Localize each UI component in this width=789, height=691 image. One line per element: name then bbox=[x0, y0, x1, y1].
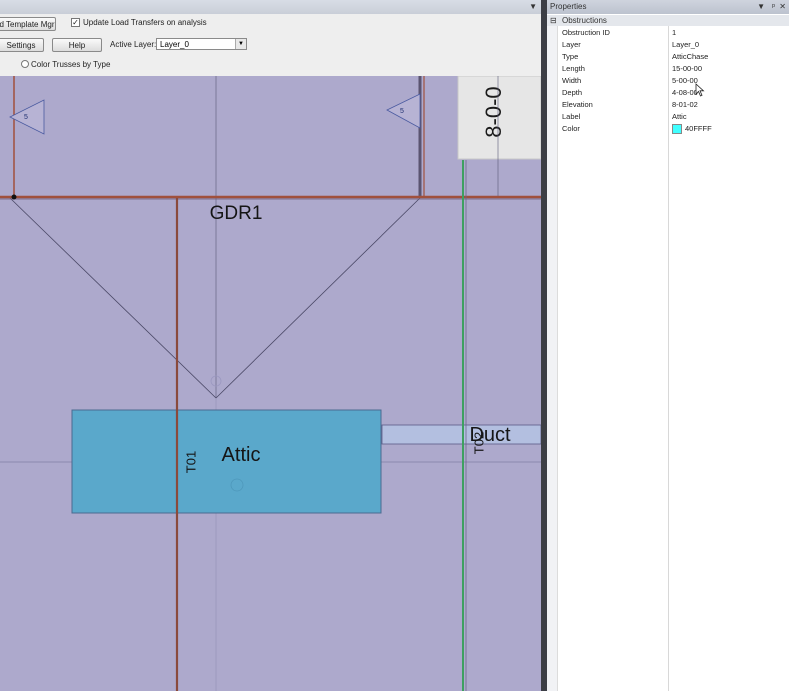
update-load-transfers-label: Update Load Transfers on analysis bbox=[83, 18, 207, 27]
property-value[interactable]: AtticChase bbox=[672, 51, 708, 63]
dropdown-arrow-icon[interactable]: ▼ bbox=[757, 0, 765, 14]
property-row[interactable]: Length 15-00-00 bbox=[547, 63, 789, 75]
property-key: Layer bbox=[562, 40, 581, 49]
property-value[interactable]: 15-00-00 bbox=[672, 63, 702, 75]
property-row[interactable]: Width 5-00-00 bbox=[547, 75, 789, 87]
bearing-tag-right-label: 5 bbox=[400, 108, 404, 115]
property-value[interactable]: 4-08-00 bbox=[672, 87, 698, 99]
diagonal-line bbox=[215, 197, 421, 399]
ribbon-toolbar: d Template Mgr ✓ Update Load Transfers o… bbox=[0, 14, 541, 76]
category-obstructions[interactable]: ⊟ Obstructions bbox=[547, 15, 789, 26]
update-load-transfers-checkbox[interactable]: ✓ bbox=[71, 18, 80, 27]
active-layer-value: Layer_0 bbox=[160, 40, 189, 49]
active-layer-select[interactable]: Layer_0 ▼ bbox=[156, 38, 247, 50]
property-key: Label bbox=[562, 112, 581, 121]
property-row[interactable]: Layer Layer_0 bbox=[547, 39, 789, 51]
color-trusses-toggle[interactable] bbox=[21, 60, 29, 68]
property-key: Length bbox=[562, 64, 585, 73]
property-row[interactable]: Elevation 8-01-02 bbox=[547, 99, 789, 111]
property-value[interactable]: 40FFFF bbox=[685, 123, 712, 135]
properties-title-bar: Properties ▼ ᵖ ✕ bbox=[547, 0, 789, 14]
floor-plan-drawing[interactable]: 8-0-0 5 5 GDR1 Attic Duct T01 T02 bbox=[0, 76, 541, 691]
color-swatch[interactable] bbox=[672, 124, 682, 134]
close-icon[interactable]: ✕ bbox=[779, 0, 786, 14]
drawing-canvas[interactable]: 8-0-0 5 5 GDR1 Attic Duct T01 T02 bbox=[0, 76, 541, 691]
active-layer-label: Active Layer: bbox=[110, 40, 157, 49]
property-value[interactable]: 1 bbox=[672, 27, 676, 39]
property-key: Elevation bbox=[562, 100, 593, 109]
document-tab-strip: ▼ bbox=[0, 0, 541, 15]
dropdown-arrow-icon[interactable]: ▼ bbox=[529, 2, 537, 11]
diagonal-line bbox=[9, 197, 217, 399]
pin-icon[interactable]: ᵖ bbox=[772, 0, 775, 14]
chevron-down-icon[interactable]: ▼ bbox=[235, 39, 246, 49]
attic-label: Attic bbox=[222, 444, 261, 466]
property-key: Type bbox=[562, 52, 579, 61]
property-value[interactable]: Layer_0 bbox=[672, 39, 699, 51]
color-trusses-label: Color Trusses by Type bbox=[31, 60, 111, 69]
property-key: Width bbox=[562, 76, 582, 85]
properties-title: Properties bbox=[550, 2, 587, 11]
property-key: Depth bbox=[562, 88, 583, 97]
mouse-cursor-icon bbox=[695, 83, 705, 97]
duct-obstruction[interactable] bbox=[381, 424, 541, 445]
help-button[interactable]: Help bbox=[52, 38, 102, 52]
collapse-icon[interactable]: ⊟ bbox=[550, 15, 557, 26]
property-key: Color bbox=[562, 124, 580, 133]
dimension-label: 8-0-0 bbox=[481, 86, 506, 137]
property-row[interactable]: Label Attic bbox=[547, 111, 789, 123]
settings-button[interactable]: Settings bbox=[0, 38, 44, 52]
load-template-manager-button[interactable]: d Template Mgr bbox=[0, 17, 56, 31]
bearing-tag-left-label: 5 bbox=[24, 114, 28, 121]
properties-panel: Properties ▼ ᵖ ✕ ⊟ Obstructions Obstruct… bbox=[547, 0, 789, 691]
checkmark-icon: ✓ bbox=[72, 18, 79, 27]
truss-t01-label: T01 bbox=[183, 451, 198, 473]
truss-t02-label: T02 bbox=[471, 432, 486, 454]
property-row[interactable]: Type AtticChase bbox=[547, 51, 789, 63]
category-label: Obstructions bbox=[562, 16, 607, 25]
property-value[interactable]: Attic bbox=[672, 111, 687, 123]
girder-label: GDR1 bbox=[210, 203, 263, 224]
property-row[interactable]: Obstruction ID 1 bbox=[547, 27, 789, 39]
property-value[interactable]: 8-01-02 bbox=[672, 99, 698, 111]
property-row[interactable]: Color 40FFFF bbox=[547, 123, 789, 135]
property-value[interactable]: 5-00-00 bbox=[672, 75, 698, 87]
property-row[interactable]: Depth 4-08-00 bbox=[547, 87, 789, 99]
property-key: Obstruction ID bbox=[562, 28, 610, 37]
